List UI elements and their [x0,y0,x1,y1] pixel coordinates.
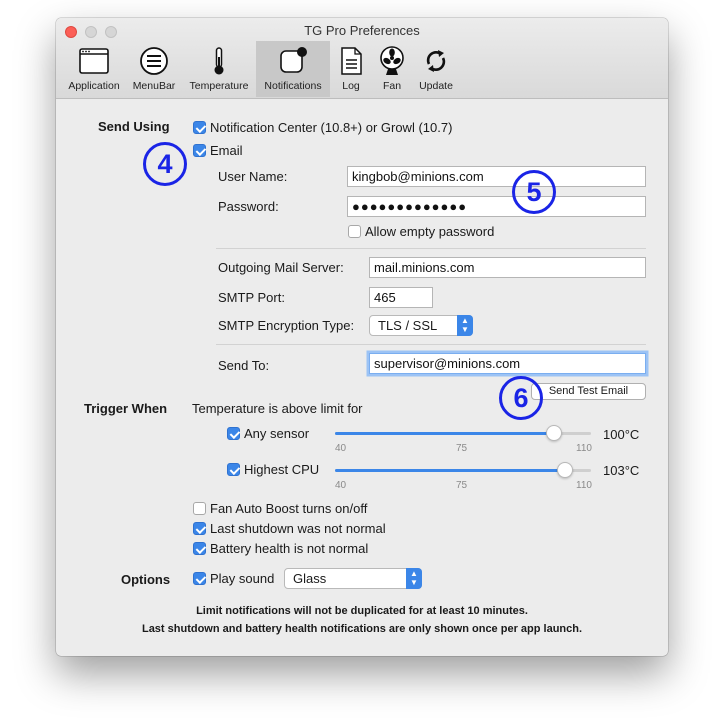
preferences-window: TG Pro Preferences Application MenuBar T… [56,18,668,656]
chevron-updown-icon: ▲ ▼ [406,568,422,589]
tick-label: 110 [576,443,592,454]
battery-health-checkbox[interactable] [193,542,206,555]
mail-server-label: Outgoing Mail Server: [218,260,344,275]
any-sensor-label: Any sensor [244,426,310,441]
tick-label: 40 [335,480,347,491]
password-field[interactable]: ●●●●●●●●●●●●● [347,196,646,217]
sound-popup[interactable]: Glass ▲ ▼ [284,568,422,589]
notifications-icon [256,45,330,77]
update-arrows-icon [412,45,460,77]
trigger-when-label: Trigger When [84,401,168,416]
battery-health-label: Battery health is not normal [210,541,369,556]
slider-fill [335,432,555,435]
highest-cpu-label: Highest CPU [244,462,320,477]
divider [216,248,646,249]
tab-menubar[interactable]: MenuBar [126,41,182,97]
notification-center-label: Notification Center (10.8+) or Growl (10… [210,120,453,135]
slider-knob[interactable] [546,425,563,441]
log-document-icon [330,45,372,77]
options-label: Options [121,572,171,587]
window-toolbar: TG Pro Preferences Application MenuBar T… [56,18,668,99]
send-test-email-button[interactable]: Send Test Email [531,383,646,400]
tick-label: 40 [335,443,347,454]
tab-notifications[interactable]: Notifications [256,41,330,97]
smtp-port-label: SMTP Port: [218,290,285,305]
tab-update[interactable]: Update [412,41,460,97]
tick-label: 110 [576,480,592,491]
menubar-icon [126,45,182,77]
notification-center-checkbox[interactable] [193,121,206,134]
last-shutdown-label: Last shutdown was not normal [210,521,386,536]
window-title: TG Pro Preferences [304,23,420,38]
send-to-field[interactable]: supervisor@minions.com [369,353,646,374]
username-label: User Name: [218,169,288,184]
tab-fan[interactable]: Fan [372,41,412,97]
fan-icon [372,45,412,77]
sound-value: Glass [293,571,327,586]
encryption-label: SMTP Encryption Type: [218,318,355,333]
play-sound-checkbox[interactable] [193,572,206,585]
tab-log[interactable]: Log [330,41,372,97]
email-checkbox[interactable] [193,144,206,157]
annotation-badge-4: 4 [143,142,187,186]
fan-boost-checkbox[interactable] [193,502,206,515]
username-field[interactable]: kingbob@minions.com [347,166,646,187]
chevron-updown-icon: ▲ ▼ [457,315,473,336]
slider-knob[interactable] [557,462,574,478]
play-sound-label: Play sound [210,571,275,586]
allow-empty-password-label: Allow empty password [365,224,495,239]
last-shutdown-checkbox[interactable] [193,522,206,535]
encryption-popup[interactable]: TLS / SSL ▲ ▼ [369,315,473,336]
fan-boost-label: Fan Auto Boost turns on/off [210,501,368,516]
annotation-badge-5: 5 [512,170,556,214]
highest-cpu-value: 103°C [603,463,640,478]
allow-empty-password-checkbox[interactable] [348,225,361,238]
any-sensor-checkbox[interactable] [227,427,240,440]
note-once: Last shutdown and battery health notific… [141,623,583,635]
encryption-value: TLS / SSL [378,318,438,333]
tab-temperature[interactable]: Temperature [182,41,256,97]
trigger-description: Temperature is above limit for [192,401,363,416]
email-label: Email [210,143,243,158]
thermometer-icon [182,45,256,77]
send-using-label: Send Using [98,119,170,134]
divider [216,344,646,345]
mail-server-field[interactable]: mail.minions.com [369,257,646,278]
password-label: Password: [218,199,279,214]
send-to-label: Send To: [218,358,270,373]
smtp-port-field[interactable]: 465 [369,287,433,308]
note-limit: Limit notifications will not be duplicat… [196,605,528,617]
highest-cpu-checkbox[interactable] [227,463,240,476]
slider-fill [335,469,566,472]
any-sensor-value: 100°C [603,427,640,442]
tick-label: 75 [456,480,468,491]
tab-application[interactable]: Application [62,41,126,97]
tick-label: 75 [456,443,468,454]
application-window-icon [62,45,126,77]
annotation-badge-6: 6 [499,376,543,420]
